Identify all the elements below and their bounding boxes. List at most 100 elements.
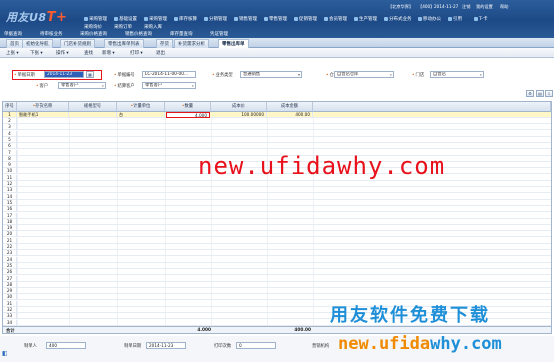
nav-mobile[interactable]: 移动办公 bbox=[418, 16, 441, 22]
nav-tcard[interactable]: T-卡 bbox=[474, 16, 487, 22]
nav-production[interactable]: 生产管理 bbox=[354, 16, 377, 22]
nav-sub-inbound[interactable]: 采购入库 bbox=[144, 24, 162, 30]
table-row[interactable]: 26 bbox=[3, 269, 551, 276]
quick-pending-audit[interactable]: 待审核业务 bbox=[40, 31, 63, 37]
nav-purchase[interactable]: 采购管理 bbox=[84, 16, 107, 22]
logout-link[interactable]: 注销 bbox=[462, 4, 470, 10]
module-icon bbox=[294, 16, 298, 21]
table-row[interactable]: 30 bbox=[3, 294, 551, 301]
col-header-name[interactable]: 存货名称 bbox=[17, 102, 69, 112]
table-row[interactable]: 27 bbox=[3, 275, 551, 282]
company-label: 【北京华界】 bbox=[388, 4, 414, 9]
tab-retail-list[interactable]: 零售出库单列表 bbox=[104, 39, 144, 48]
quick-doc-query[interactable]: 单据查询 bbox=[4, 31, 22, 37]
quick-sales-price[interactable]: 销售价格查询 bbox=[125, 31, 152, 37]
nav-reference[interactable]: 引用 bbox=[448, 16, 462, 22]
make-date-field: 2014-11-23 bbox=[146, 342, 186, 349]
nav-distributed[interactable]: 分布式业务 bbox=[384, 16, 412, 22]
table-row[interactable]: 22 bbox=[3, 244, 551, 250]
exit-button[interactable]: 退出 bbox=[156, 50, 165, 56]
tab-init-guide[interactable]: 初始化导航 bbox=[22, 39, 53, 48]
search-icon[interactable]: ⌕ bbox=[102, 83, 104, 88]
col-header-qty[interactable]: 数量 bbox=[165, 102, 211, 112]
store-field[interactable]: 自营店 ⌕ bbox=[430, 71, 484, 78]
my-settings-link[interactable]: 我的设置 bbox=[476, 4, 493, 10]
settle-customer-field[interactable]: 零售客户 ⌕ bbox=[142, 82, 196, 89]
search-icon[interactable]: ⌕ bbox=[192, 83, 194, 88]
search-icon[interactable]: ⌕ bbox=[480, 72, 482, 77]
cell-no: 21 bbox=[3, 237, 17, 244]
help-link[interactable]: 帮助 bbox=[500, 4, 508, 10]
nav-inventory-costing[interactable]: 库存核算 bbox=[174, 16, 197, 22]
nav-member[interactable]: 会员管理 bbox=[324, 16, 347, 22]
table-row[interactable]: 29 bbox=[3, 288, 551, 295]
table-row[interactable]: 19 bbox=[3, 225, 551, 232]
totals-row: 合计 4.000 400.00 bbox=[2, 327, 552, 334]
col-header-unit[interactable]: 计量单位 bbox=[117, 102, 165, 112]
export-icon[interactable]: ⇩ bbox=[545, 90, 553, 97]
nav-purchase-mgmt[interactable]: 采购管理 bbox=[144, 16, 167, 22]
table-row[interactable]: 12 bbox=[3, 181, 551, 187]
table-row[interactable]: 25 bbox=[3, 262, 551, 269]
calendar-icon[interactable]: ▦ bbox=[86, 71, 94, 78]
nav-distribution[interactable]: 分销管理 bbox=[204, 16, 227, 22]
new-button[interactable]: 新增 ▾ bbox=[102, 50, 115, 56]
date-field[interactable]: 2014-11-23 bbox=[44, 71, 84, 78]
table-row[interactable]: 3 bbox=[3, 124, 551, 131]
cell-no: 6 bbox=[3, 143, 17, 150]
col-header-cost[interactable]: 成本价 bbox=[211, 102, 267, 112]
search-icon[interactable]: ⌕ bbox=[390, 72, 392, 77]
table-row[interactable]: 23 bbox=[3, 250, 551, 257]
biz-type-label: 业务类型 bbox=[212, 72, 233, 78]
tab-home[interactable]: 首页 bbox=[6, 39, 23, 48]
table-row[interactable]: 15 bbox=[3, 199, 551, 206]
maker-label: 制单人 bbox=[24, 344, 37, 349]
table-row[interactable]: 18 bbox=[3, 218, 551, 225]
date-label: 单据日期 bbox=[14, 72, 35, 78]
totals-label: 合计 bbox=[6, 329, 15, 334]
prev-button[interactable]: 上张 ▾ bbox=[6, 50, 19, 56]
table-row[interactable]: 14 bbox=[3, 193, 551, 200]
table-row[interactable]: 6 bbox=[3, 143, 551, 150]
warehouse-field[interactable]: 自营店仓库 ⌕ bbox=[334, 71, 394, 78]
quick-voucher-mgmt[interactable]: 凭证管理 bbox=[210, 31, 228, 37]
table-row[interactable]: 4 bbox=[3, 130, 551, 137]
table-row[interactable]: 28 bbox=[3, 281, 551, 288]
nav-sales[interactable]: 销售管理 bbox=[234, 16, 257, 22]
totals-amount: 400.00 bbox=[294, 328, 311, 333]
doc-no-field[interactable]: LC-2014-11-00-00... bbox=[142, 71, 196, 78]
table-row[interactable]: 13 bbox=[3, 187, 551, 194]
print-button[interactable]: 打印 ▾ bbox=[130, 50, 143, 56]
next-button[interactable]: 下张 ▾ bbox=[30, 50, 43, 56]
cell-no: 15 bbox=[3, 199, 17, 206]
table-row[interactable]: 21 bbox=[3, 237, 551, 244]
table-row[interactable]: 17 bbox=[3, 212, 551, 219]
operate-button[interactable]: 操作 ▾ bbox=[56, 50, 69, 56]
tab-retail-outbound[interactable]: 零售出库单 bbox=[218, 39, 249, 48]
nav-basic-settings[interactable]: 基础设置 bbox=[114, 16, 137, 22]
quick-stock-qty[interactable]: 库存量查询 bbox=[170, 31, 193, 37]
quick-purchase-price[interactable]: 采购价格查询 bbox=[80, 31, 107, 37]
nav-promotion[interactable]: 促销管理 bbox=[294, 16, 317, 22]
biz-type-field[interactable]: 普通销售 ▾ bbox=[240, 71, 302, 78]
table-row[interactable]: 20 bbox=[3, 231, 551, 238]
table-row[interactable]: 2 bbox=[3, 118, 551, 124]
grid-settings-icon[interactable]: ⚙ bbox=[526, 90, 534, 97]
tab-inventory[interactable]: 存货 bbox=[156, 39, 173, 48]
tab-replenish-rules[interactable]: 门店补货规则 bbox=[60, 39, 95, 48]
table-row[interactable]: 16 bbox=[3, 206, 551, 213]
find-button[interactable]: 查找 bbox=[84, 50, 93, 56]
nav-retail[interactable]: 零售管理 bbox=[264, 16, 287, 22]
cell-no: 33 bbox=[3, 313, 17, 320]
chevron-down-icon[interactable]: ▾ bbox=[298, 72, 300, 77]
cell-no: 23 bbox=[3, 250, 17, 257]
table-row[interactable]: 5 bbox=[3, 136, 551, 143]
columns-icon[interactable]: ▤ bbox=[536, 90, 544, 97]
table-row[interactable]: 24 bbox=[3, 256, 551, 263]
nav-sub-order[interactable]: 采购订单 bbox=[114, 24, 132, 30]
col-header-amount[interactable]: 成本金额 bbox=[267, 102, 313, 112]
customer-field[interactable]: 零售客户 ⌕ bbox=[58, 82, 106, 89]
nav-sub-inquiry[interactable]: 采购询价 bbox=[84, 24, 102, 30]
tab-replenish-analysis[interactable]: 补货需求分析 bbox=[174, 39, 209, 48]
col-header-spec[interactable]: 规格型号 bbox=[69, 102, 117, 112]
